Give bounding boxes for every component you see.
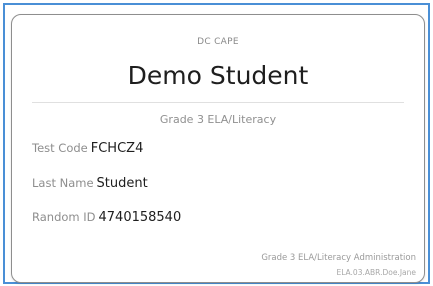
student-name: Demo Student (127, 61, 309, 90)
random-id-row: Random ID 4740158540 (32, 210, 181, 225)
divider (32, 102, 404, 103)
test-code-label: Test Code (32, 141, 88, 155)
form-code: ELA.03.ABR.Doe.Jane (336, 268, 416, 277)
state-label: DC CAPE (197, 37, 239, 47)
random-id-label: Random ID (32, 210, 96, 224)
last-name-row: Last Name Student (32, 176, 148, 191)
test-name: Grade 3 ELA/Literacy (159, 113, 277, 126)
screenshot-frame: DC CAPE Demo Student Grade 3 ELA/Literac… (0, 0, 433, 286)
administration-name: Grade 3 ELA/Literacy Administration (261, 253, 416, 263)
test-code-row: Test Code FCHCZ4 (32, 141, 143, 156)
last-name-label: Last Name (32, 176, 94, 190)
random-id-value: 4740158540 (98, 210, 182, 225)
test-code-value: FCHCZ4 (90, 141, 144, 156)
student-test-ticket: DC CAPE Demo Student Grade 3 ELA/Literac… (11, 14, 425, 283)
last-name-value: Student (96, 176, 148, 191)
